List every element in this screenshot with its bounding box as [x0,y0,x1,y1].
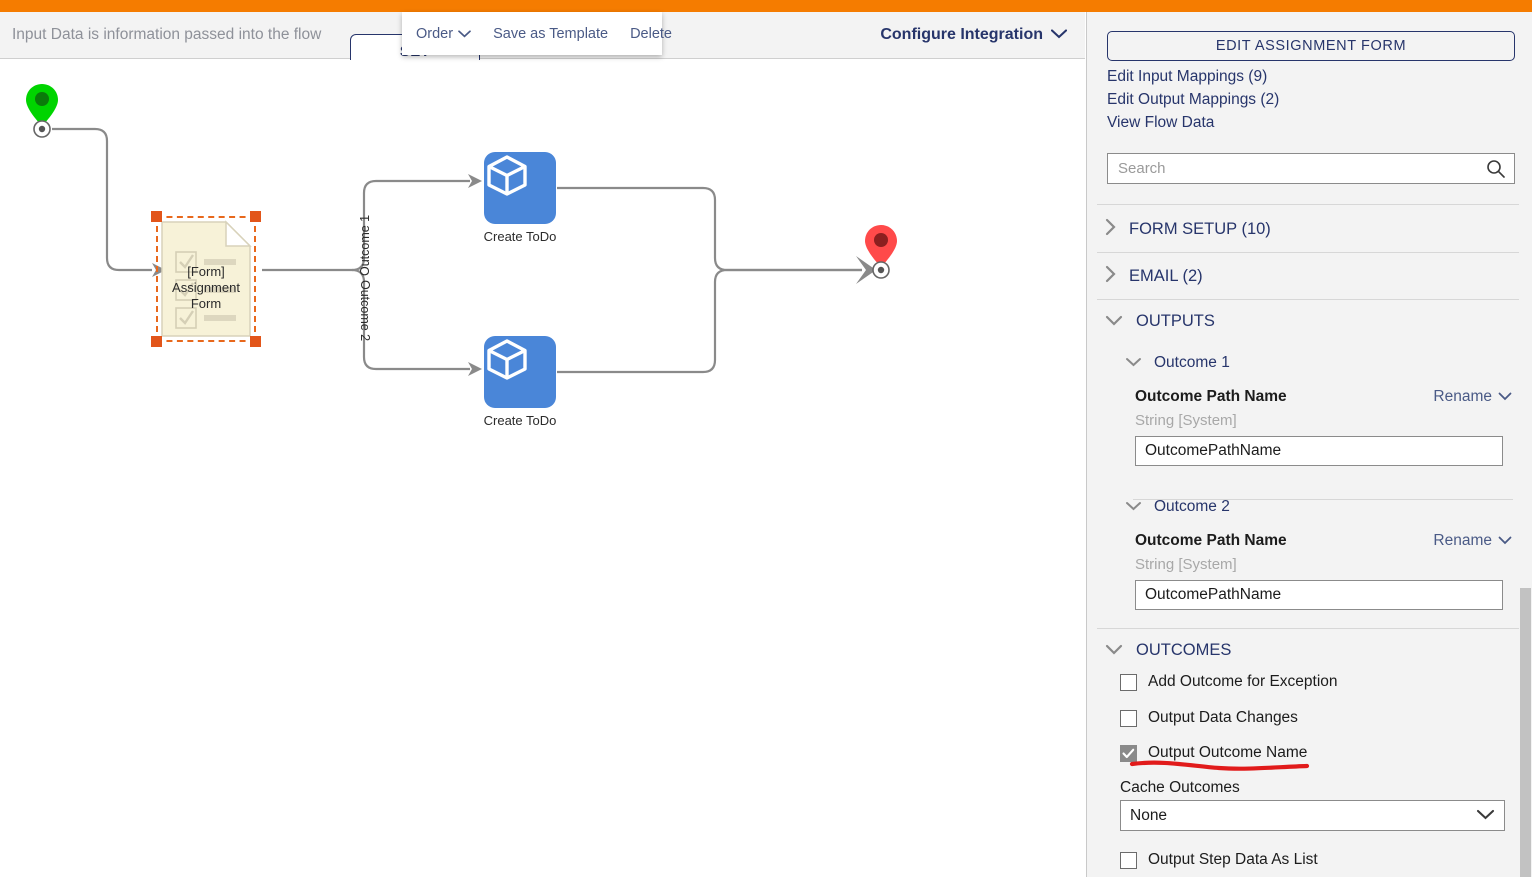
section-form-setup[interactable]: FORM SETUP (10) [1105,218,1271,241]
chevron-down-icon [1498,388,1512,406]
outcome-2-rename-label: Rename [1433,532,1492,549]
node-assignment-form[interactable]: [Form] Assignment Form [151,211,261,347]
panel-scrollbar-thumb[interactable] [1520,588,1531,877]
node-label-line-2: Assignment [172,280,240,295]
cache-outcomes-value: None [1130,806,1168,824]
outcome-1-rename-button[interactable]: Rename [1433,388,1512,406]
checkbox-add-outcome-for-exception[interactable]: Add Outcome for Exception [1120,673,1338,691]
outcome-1-rename-label: Rename [1433,388,1492,405]
section-email-label: EMAIL (2) [1129,267,1203,285]
chevron-down-icon [1105,312,1123,331]
configure-integration-menu[interactable]: Configure Integration [880,26,1068,44]
chevron-right-icon [1105,218,1116,241]
outcome-1-path-name-input[interactable] [1135,436,1503,466]
outcome-2-field-type: String [System] [1135,556,1237,573]
chevron-right-icon [1105,265,1116,288]
checkbox-box [1120,673,1137,691]
output-group-outcome-1-label: Outcome 1 [1154,354,1230,371]
output-group-outcome-1[interactable]: Outcome 1 [1125,354,1230,372]
section-divider [1097,252,1525,253]
node-label-line-3: Form [190,296,222,311]
node-label-line-1: [Form] [187,264,225,279]
chevron-down-icon [1476,807,1495,825]
resize-handle-top-left[interactable] [151,211,162,222]
edit-assignment-form-button[interactable]: EDIT ASSIGNMENT FORM [1107,31,1515,61]
section-outcomes[interactable]: OUTCOMES [1105,641,1231,660]
section-divider [1097,204,1525,205]
link-edit-output-mappings[interactable]: Edit Output Mappings (2) [1107,91,1279,109]
section-form-setup-label: FORM SETUP (10) [1129,220,1271,238]
cache-outcomes-select[interactable]: None [1120,800,1505,831]
chevron-down-icon [1125,354,1142,372]
checkbox-box [1120,851,1137,869]
section-divider [1097,299,1525,300]
output-group-outcome-2[interactable]: Outcome 2 [1125,498,1230,516]
configure-integration-label: Configure Integration [880,26,1043,43]
node-create-todo-2-label: Create ToDo [483,413,557,428]
section-divider [1097,628,1525,629]
chevron-down-icon [1105,641,1123,660]
checkbox-output-step-data-as-list-label: Output Step Data As List [1148,851,1318,868]
step-properties-panel: EDIT ASSIGNMENT FORM Edit Input Mappings… [1086,12,1532,877]
chevron-down-icon [458,26,471,42]
menu-item-delete-label: Delete [630,25,672,42]
checkbox-box [1120,709,1137,727]
chevron-down-icon [1125,498,1142,516]
edge-label-outcome-2: Outcome 2 [358,280,372,342]
section-outcomes-label: OUTCOMES [1136,641,1232,659]
resize-handle-bottom-right[interactable] [250,336,261,347]
menu-item-order[interactable]: Order [416,26,471,42]
section-outputs-label: OUTPUTS [1136,312,1215,330]
search-icon[interactable] [1486,159,1505,178]
node-assignment-form-label: [Form] Assignment Form [156,264,256,312]
outcome-2-rename-button[interactable]: Rename [1433,532,1512,550]
link-view-flow-data[interactable]: View Flow Data [1107,114,1214,132]
outcome-2-path-name-input[interactable] [1135,580,1503,610]
cube-icon [484,152,556,224]
section-email[interactable]: EMAIL (2) [1105,265,1203,288]
checkbox-output-step-data-as-list[interactable]: Output Step Data As List [1120,851,1318,869]
outcome-2-field-label: Outcome Path Name [1135,532,1287,549]
cache-outcomes-label: Cache Outcomes [1120,779,1240,796]
outcome-1-field-label: Outcome Path Name [1135,388,1287,405]
cube-icon [484,336,556,408]
menu-item-save-as-template[interactable]: Save as Template [493,26,608,42]
flow-canvas[interactable]: Outcome 1 Outcome 2 [Form] Assignment Fo… [0,60,1085,877]
node-create-todo-1[interactable]: Create ToDo [484,152,556,244]
checkbox-output-data-changes-label: Output Data Changes [1148,709,1298,726]
outcome-1-field-type: String [System] [1135,412,1237,429]
input-data-hint: Input Data is information passed into th… [12,26,322,43]
edit-assignment-form-button-label: EDIT ASSIGNMENT FORM [1215,38,1407,54]
resize-handle-bottom-left[interactable] [151,336,162,347]
application-root: Input Data is information passed into th… [0,0,1532,877]
panel-scrollbar-track[interactable] [1519,12,1532,877]
panel-search[interactable] [1107,153,1515,184]
menu-item-save-as-template-label: Save as Template [493,25,609,42]
output-group-outcome-2-label: Outcome 2 [1154,498,1230,515]
menu-item-delete[interactable]: Delete [630,26,672,42]
edge-label-outcome-1: Outcome 1 [358,214,372,276]
section-outputs[interactable]: OUTPUTS [1105,312,1215,331]
checkbox-add-outcome-for-exception-label: Add Outcome for Exception [1148,673,1338,690]
annotation-underline [1129,760,1310,771]
step-context-menu: Order Save as Template Delete [402,12,672,55]
node-create-todo-2[interactable]: Create ToDo [484,336,556,428]
chevron-down-icon [1498,532,1512,550]
checkbox-output-data-changes[interactable]: Output Data Changes [1120,709,1298,727]
menu-item-order-label: Order [416,25,454,42]
chevron-down-icon [1050,26,1068,44]
search-input[interactable] [1108,160,1486,177]
node-create-todo-1-label: Create ToDo [483,229,557,244]
top-accent-bar [0,0,1532,12]
resize-handle-top-right[interactable] [250,211,261,222]
link-edit-input-mappings[interactable]: Edit Input Mappings (9) [1107,68,1267,86]
